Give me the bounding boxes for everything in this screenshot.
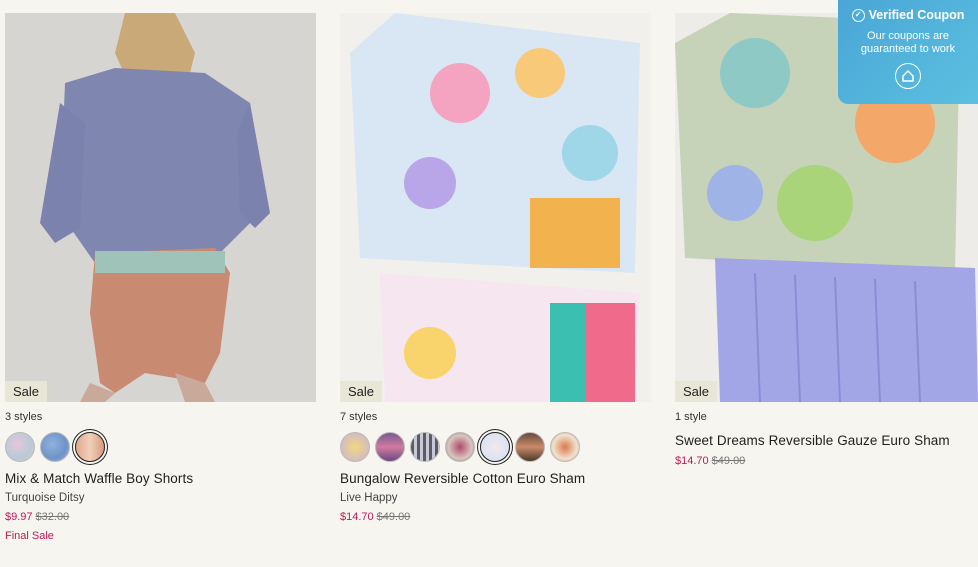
pillow-photo <box>340 13 651 402</box>
product-title[interactable]: Bungalow Reversible Cotton Euro Sham <box>340 471 651 486</box>
product-grid: Sale 3 styles Mix & Match Waffle Boy Sho… <box>5 13 978 542</box>
original-price: $49.00 <box>711 455 746 467</box>
color-swatches <box>340 432 651 462</box>
swatch-floral-light[interactable] <box>5 432 35 462</box>
swatch-6[interactable] <box>515 432 545 462</box>
product-card-shorts[interactable]: Sale 3 styles Mix & Match Waffle Boy Sho… <box>5 13 316 542</box>
checkmark-icon: ✓ <box>851 8 865 22</box>
coupon-message: Our coupons are guaranteed to work <box>838 30 978 56</box>
sale-price: $9.97 <box>5 511 33 523</box>
sale-price: $14.70 <box>675 455 709 467</box>
styles-count: 7 styles <box>340 411 378 423</box>
model-photo <box>5 13 316 402</box>
product-image-shorts[interactable]: Sale <box>5 13 316 402</box>
original-price: $32.00 <box>35 511 70 523</box>
price-block: $14.70 $49.00 <box>340 511 651 523</box>
swatch-peach-selected[interactable] <box>75 432 105 462</box>
product-title[interactable]: Mix & Match Waffle Boy Shorts <box>5 471 316 486</box>
price-block: $9.97 $32.00 <box>5 511 316 523</box>
original-price: $49.00 <box>376 511 411 523</box>
sale-badge: Sale <box>5 381 48 402</box>
product-image-bungalow-sham[interactable]: Sale <box>340 13 651 402</box>
color-swatches <box>5 432 316 462</box>
swatch-3[interactable] <box>410 432 440 462</box>
swatch-1[interactable] <box>340 432 370 462</box>
product-title[interactable]: Sweet Dreams Reversible Gauze Euro Sham <box>675 433 978 448</box>
swatch-2[interactable] <box>375 432 405 462</box>
price-block: $14.70 $49.00 <box>675 455 978 467</box>
coupon-line-2: guaranteed to work <box>860 43 956 55</box>
coupon-line-1: Our coupons are <box>867 30 949 42</box>
sale-badge: Sale <box>675 381 718 402</box>
swatch-blue[interactable] <box>40 432 70 462</box>
product-card-bungalow-sham[interactable]: Sale 7 styles Bungalow Reversible Cotton… <box>340 13 651 542</box>
coupon-title: Verified Coupon <box>868 8 965 22</box>
styles-count: 1 style <box>675 411 707 423</box>
sale-badge: Sale <box>340 381 383 402</box>
final-sale-label: Final Sale <box>5 530 54 542</box>
coupon-header: ✓ Verified Coupon <box>838 8 978 22</box>
styles-count: 3 styles <box>5 411 43 423</box>
coupon-logo-icon <box>895 63 921 89</box>
sale-price: $14.70 <box>340 511 374 523</box>
swatch-5-selected[interactable] <box>480 432 510 462</box>
swatch-4[interactable] <box>445 432 475 462</box>
product-color-name: Live Happy <box>340 492 398 504</box>
swatch-7[interactable] <box>550 432 580 462</box>
product-color-name: Turquoise Ditsy <box>5 492 85 504</box>
verified-coupon-badge[interactable]: ✓ Verified Coupon Our coupons are guaran… <box>838 0 978 104</box>
